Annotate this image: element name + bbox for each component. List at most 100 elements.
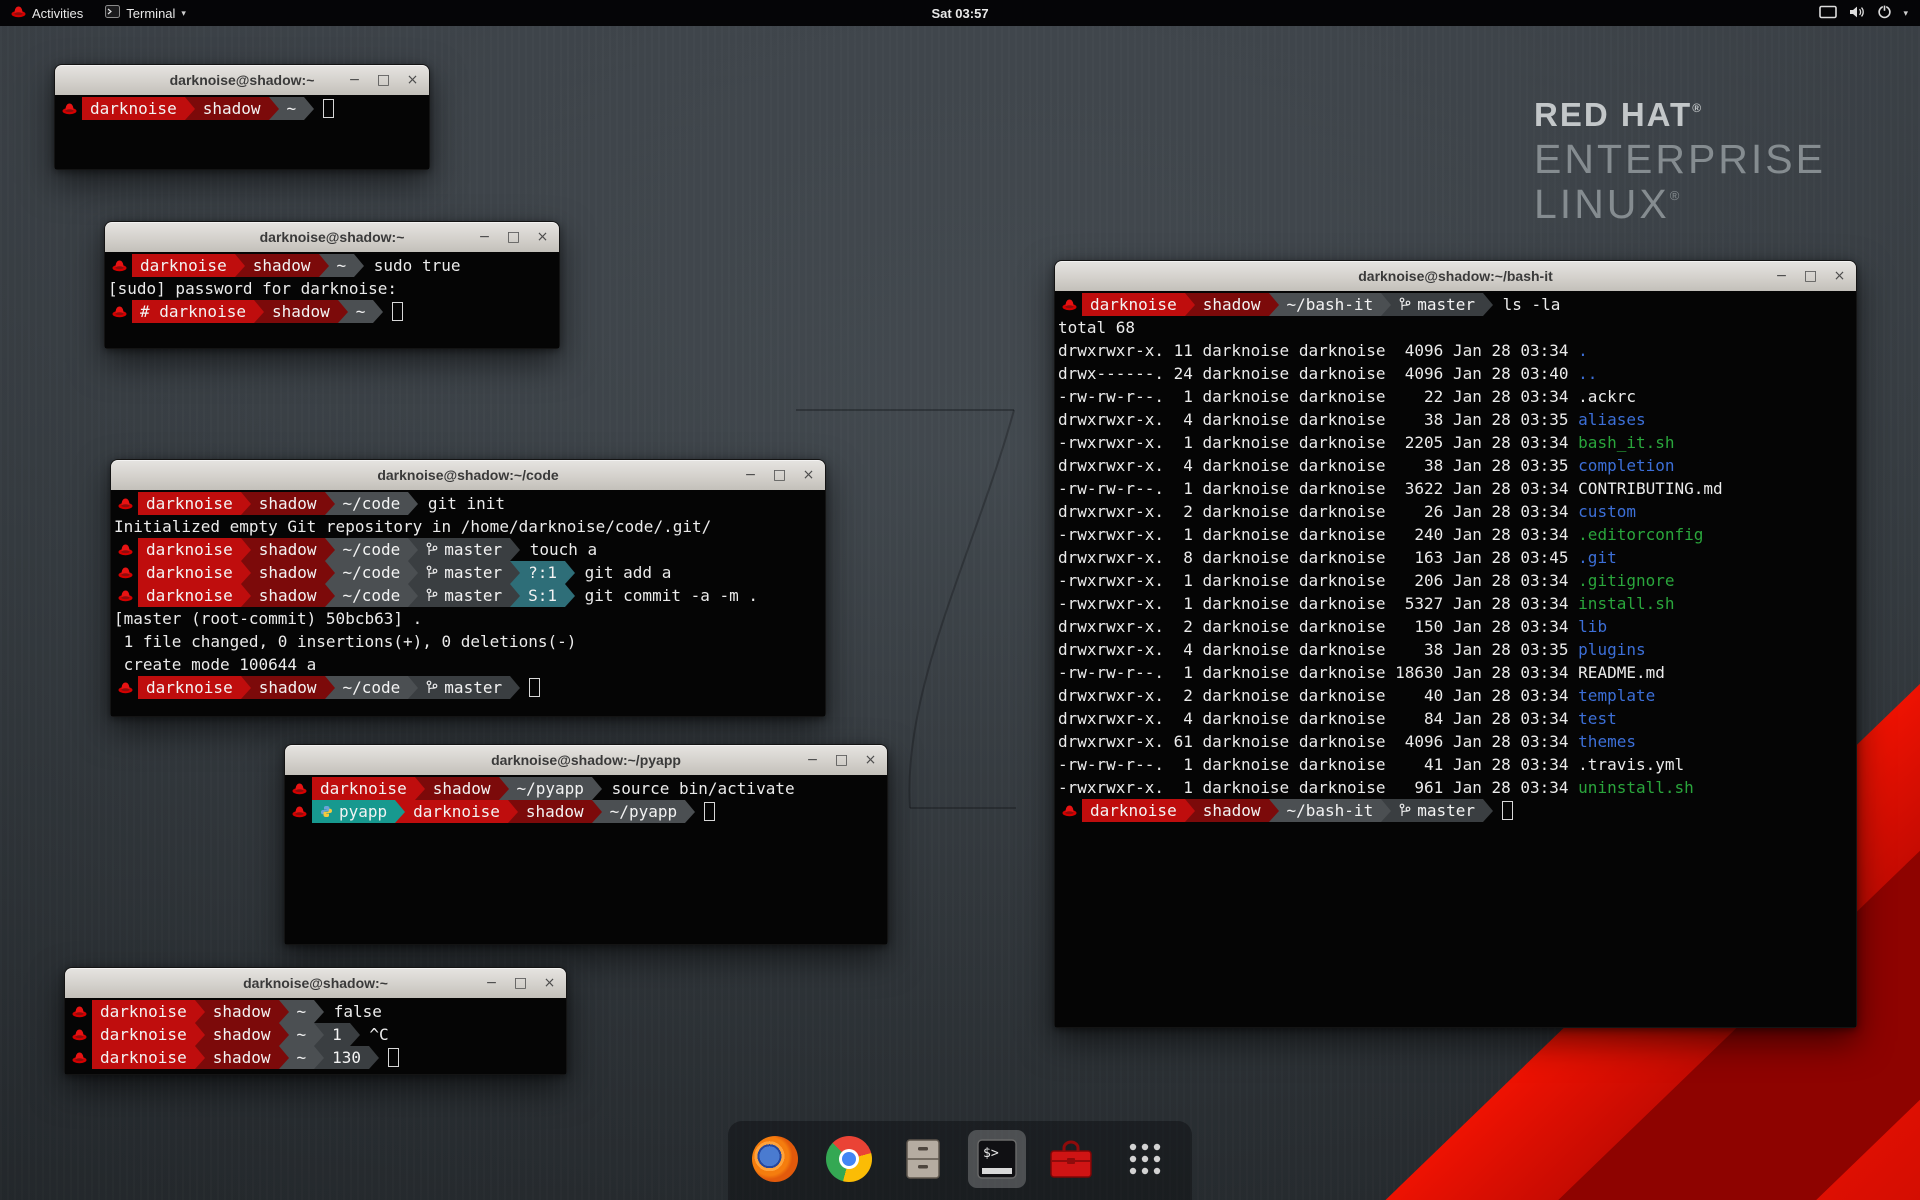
terminal-content[interactable]: darknoiseshadow~/bash-itmaster ls -latot…: [1055, 291, 1856, 1027]
prompt-segment-user: # darknoise: [132, 300, 254, 323]
dock-item-toolbox[interactable]: [1042, 1130, 1100, 1188]
maximize-button[interactable]: □: [1803, 269, 1818, 283]
powerline-separator-icon: [499, 777, 509, 800]
red-hat-icon: [114, 584, 138, 607]
chevron-down-icon: ▾: [1903, 8, 1908, 19]
prompt-segment-user: darknoise: [92, 1046, 195, 1069]
prompt-segment-status: ?:1: [520, 561, 565, 584]
prompt-segment-path: ~/pyapp: [602, 800, 685, 823]
terminal-text: git commit -a -m .: [575, 584, 758, 607]
minimize-button[interactable]: −: [477, 230, 492, 244]
terminal-window-sudo[interactable]: darknoise@shadow:~ − □ × darknoiseshadow…: [104, 221, 560, 349]
window-titlebar[interactable]: darknoise@shadow:~/code − □ ×: [111, 460, 825, 491]
terminal-line: -rwxrwxr-x. 1 darknoise darknoise 961 Ja…: [1058, 776, 1856, 799]
system-status-menu[interactable]: ▾: [1807, 0, 1920, 26]
dock-item-firefox[interactable]: [746, 1130, 804, 1188]
prompt-segment-user: darknoise: [138, 561, 241, 584]
minimize-button[interactable]: −: [805, 753, 820, 767]
prompt-segment-user: darknoise: [138, 538, 241, 561]
window-titlebar[interactable]: darknoise@shadow:~ − □ ×: [65, 968, 566, 999]
window-titlebar[interactable]: darknoise@shadow:~ − □ ×: [105, 222, 559, 253]
maximize-button[interactable]: □: [834, 753, 849, 767]
window-titlebar[interactable]: darknoise@shadow:~ − □ ×: [55, 65, 429, 96]
prompt-segment-path: ~/code: [335, 492, 409, 515]
terminal-content[interactable]: darknoiseshadow~ falsedarknoiseshadow~1 …: [65, 998, 566, 1074]
terminal-cursor: [529, 678, 540, 697]
terminal-text: drwx------. 24 darknoise darknoise 4096 …: [1058, 362, 1578, 385]
red-hat-icon: [288, 777, 312, 800]
prompt-segment-path: ~/code: [335, 584, 409, 607]
maximize-button[interactable]: □: [772, 468, 787, 482]
app-menu-terminal[interactable]: Terminal ▾: [94, 0, 197, 26]
terminal-content[interactable]: darknoiseshadow~: [55, 95, 429, 169]
terminal-window-bash-it[interactable]: darknoise@shadow:~/bash-it − □ × darknoi…: [1054, 260, 1857, 1028]
minimize-button[interactable]: −: [743, 468, 758, 482]
maximize-button[interactable]: □: [513, 976, 528, 990]
terminal-text: source bin/activate: [602, 777, 795, 800]
clock[interactable]: Sat 03:57: [931, 6, 988, 21]
terminal-text: ls -la: [1493, 293, 1560, 316]
close-button[interactable]: ×: [405, 73, 420, 87]
prompt-segment-host: shadow: [251, 676, 325, 699]
dock-item-files[interactable]: [894, 1130, 952, 1188]
terminal-line: darknoiseshadow~: [58, 97, 429, 120]
terminal-content[interactable]: darknoiseshadow~/code git initInitialize…: [111, 490, 825, 716]
powerline-separator-icon: [1483, 799, 1493, 822]
terminal-text: uninstall.sh: [1578, 776, 1694, 799]
terminal-window-pyapp[interactable]: darknoise@shadow:~/pyapp − □ × darknoise…: [284, 744, 888, 945]
app-menu-label: Terminal: [126, 6, 175, 21]
minimize-button[interactable]: −: [1774, 269, 1789, 283]
registered-mark: ®: [1670, 188, 1683, 203]
minimize-button[interactable]: −: [484, 976, 499, 990]
window-titlebar[interactable]: darknoise@shadow:~/bash-it − □ ×: [1055, 261, 1856, 292]
terminal-text: drwxrwxr-x. 4 darknoise darknoise 38 Jan…: [1058, 454, 1578, 477]
terminal-text: create mode 100644 a: [114, 653, 316, 676]
terminal-text: lib: [1578, 615, 1607, 638]
maximize-button[interactable]: □: [376, 73, 391, 87]
terminal-text: 1 file changed, 0 insertions(+), 0 delet…: [114, 630, 576, 653]
terminal-window-home-2[interactable]: darknoise@shadow:~ − □ × darknoiseshadow…: [64, 967, 567, 1075]
prompt-segment-host: shadow: [195, 97, 269, 120]
prompt-segment-git: master: [1391, 293, 1483, 316]
powerline-separator-icon: [241, 561, 251, 584]
prompt-segment-git: master: [1391, 799, 1483, 822]
terminal-text: drwxrwxr-x. 4 darknoise darknoise 38 Jan…: [1058, 638, 1578, 661]
power-icon: [1877, 4, 1892, 22]
terminal-content[interactable]: darknoiseshadow~/pyapp source bin/activa…: [285, 775, 887, 944]
powerline-separator-icon: [325, 676, 335, 699]
close-button[interactable]: ×: [1832, 269, 1847, 283]
close-button[interactable]: ×: [863, 753, 878, 767]
prompt-segment-host: shadow: [251, 492, 325, 515]
window-title: darknoise@shadow:~: [243, 975, 388, 991]
display-icon: [1819, 5, 1837, 22]
maximize-button[interactable]: □: [506, 230, 521, 244]
minimize-button[interactable]: −: [347, 73, 362, 87]
dock-item-chrome[interactable]: [820, 1130, 878, 1188]
powerline-separator-icon: [1185, 293, 1195, 316]
powerline-separator-icon: [565, 561, 575, 584]
close-button[interactable]: ×: [535, 230, 550, 244]
close-button[interactable]: ×: [542, 976, 557, 990]
terminal-window-code[interactable]: darknoise@shadow:~/code − □ × darknoise s…: [110, 459, 826, 717]
git-branch-icon: [426, 542, 438, 557]
dock-item-apps[interactable]: [1116, 1130, 1174, 1188]
dock-item-terminal[interactable]: $>: [968, 1130, 1026, 1188]
powerline-separator-icon: [185, 97, 195, 120]
terminal-window-home-1[interactable]: darknoise@shadow:~ − □ × darknoiseshadow…: [54, 64, 430, 170]
terminal-cursor: [704, 802, 715, 821]
terminal-line: drwxrwxr-x. 61 darknoise darknoise 4096 …: [1058, 730, 1856, 753]
window-titlebar[interactable]: darknoise@shadow:~/pyapp − □ ×: [285, 745, 887, 776]
firefox-icon: [752, 1136, 798, 1182]
terminal-text: plugins: [1578, 638, 1645, 661]
terminal-line: drwxrwxr-x. 2 darknoise darknoise 26 Jan…: [1058, 500, 1856, 523]
powerline-separator-icon: [304, 97, 314, 120]
close-button[interactable]: ×: [801, 468, 816, 482]
terminal-line: 1 file changed, 0 insertions(+), 0 delet…: [114, 630, 825, 653]
powerline-separator-icon: [415, 777, 425, 800]
prompt-segment-path: ~: [279, 97, 305, 120]
powerline-separator-icon: [592, 777, 602, 800]
red-hat-logo-icon: [11, 5, 26, 21]
terminal-content[interactable]: darknoiseshadow~ sudo true[sudo] passwor…: [105, 252, 559, 348]
activities-button[interactable]: Activities: [0, 0, 94, 26]
terminal-line: drwxrwxr-x. 2 darknoise darknoise 150 Ja…: [1058, 615, 1856, 638]
